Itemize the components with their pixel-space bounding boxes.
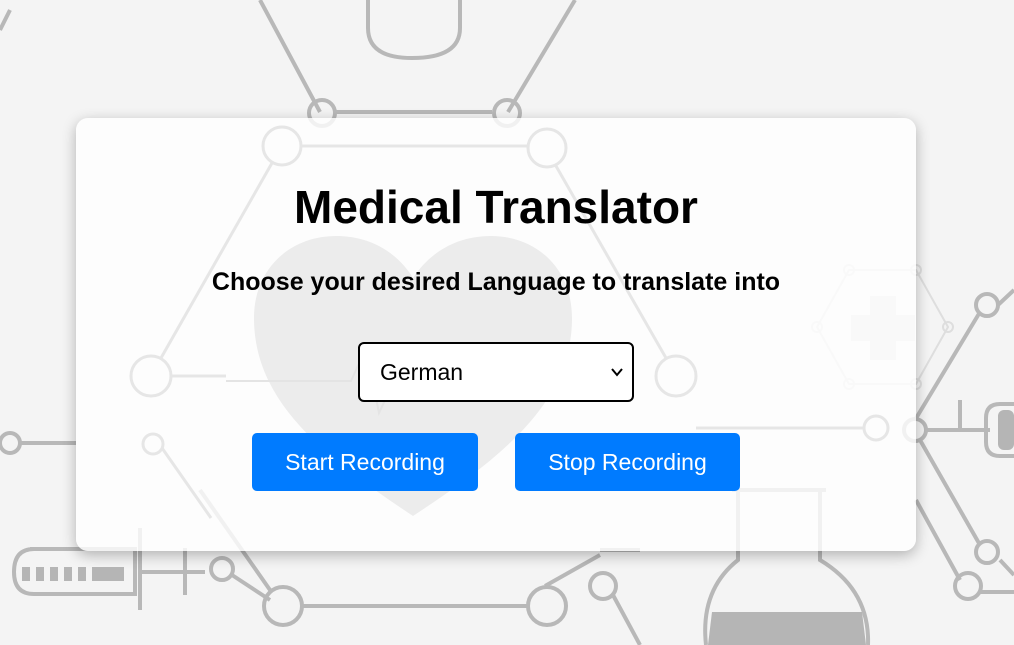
selected-language: German [380, 359, 464, 385]
page-title: Medical Translator [294, 181, 698, 233]
language-select[interactable]: German [358, 342, 634, 402]
language-prompt: Choose your desired Language to translat… [211, 268, 781, 296]
chevron-down-icon [611, 368, 623, 377]
start-recording-button[interactable]: Start Recording [252, 433, 478, 491]
stop-recording-button[interactable]: Stop Recording [515, 433, 740, 491]
translator-card: Medical Translator Choose your desired L… [76, 118, 916, 551]
